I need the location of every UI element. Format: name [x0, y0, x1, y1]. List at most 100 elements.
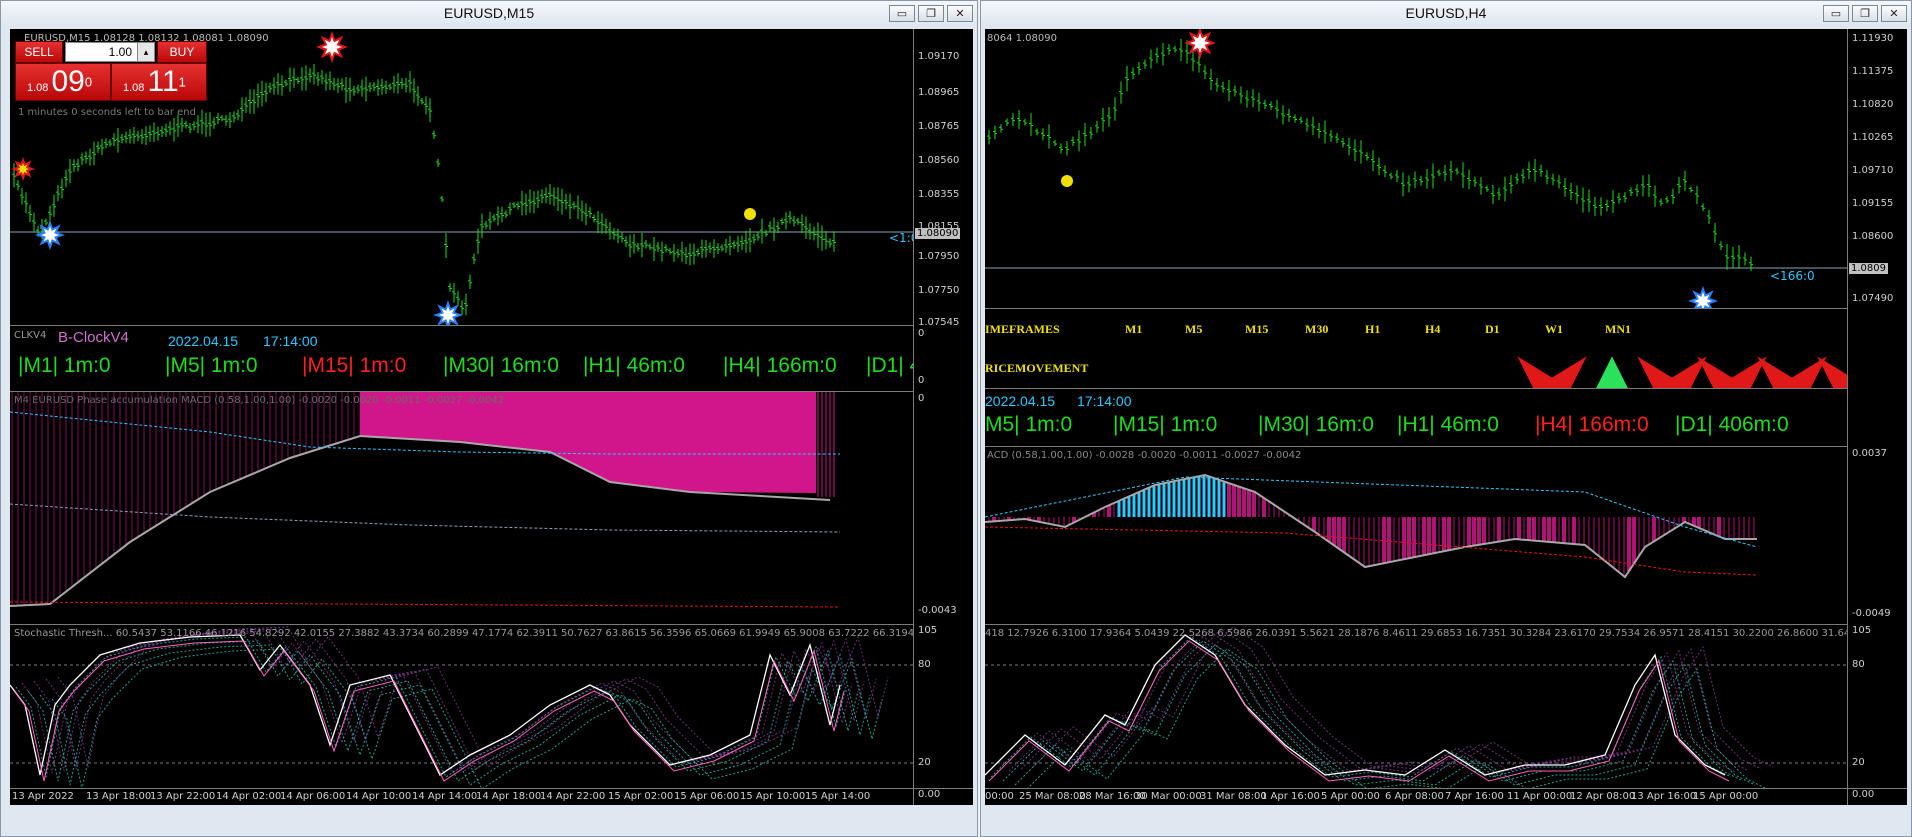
time-axis[interactable]: 13 Apr 2022 13 Apr 18:00 13 Apr 22:00 14 Ap… — [10, 788, 973, 805]
timeframe-label: M30 — [1305, 322, 1329, 336]
timeframe-label: M5 — [1185, 322, 1203, 336]
price-tick: 1.10820 — [1852, 99, 1894, 110]
chart-area[interactable]: EURUSD,M15 1.08128 1.08132 1.08081 1.080… — [10, 29, 973, 805]
low-star — [433, 300, 463, 325]
timeframe-label: H4 — [1425, 322, 1441, 336]
time-tick: 00:00 — [985, 791, 1014, 802]
stochastic-pane[interactable]: 418 12.7926 6.3100 17.9364 5.0439 22.526… — [985, 624, 1847, 805]
price-tick: 1.08600 — [1852, 231, 1894, 242]
price-tick: 1.07950 — [918, 251, 960, 262]
sell-price-big: 09 — [51, 65, 85, 98]
stoch-signal — [988, 640, 1730, 782]
macd-line — [985, 473, 1757, 579]
signals-scale — [1847, 308, 1907, 388]
macd-pane[interactable]: M4 EURUSD Phase accumulation MACD (0.58,… — [10, 391, 913, 625]
time-tick: 31 Mar 08:00 — [1200, 791, 1267, 802]
time-tick: 13 Apr 2022 — [12, 791, 74, 802]
window-title: EURUSD,H4 — [1405, 5, 1487, 21]
low-star — [35, 220, 65, 250]
time-tick: 7 Apr 16:00 — [1445, 791, 1504, 802]
clock-scale: 0 0 — [913, 325, 973, 391]
timeframes-label: IMEFRAMES — [985, 322, 1060, 336]
time-tick: 14 Apr 14:00 — [412, 791, 478, 802]
time-tick: 13 Apr 22:00 — [150, 791, 216, 802]
low-star — [1688, 286, 1718, 308]
stochastic-plot — [985, 626, 1847, 790]
price-candles — [985, 29, 1847, 308]
time-tick: 15 Apr 00:00 — [1693, 791, 1759, 802]
clock-date: 2022.04.15 — [168, 333, 239, 349]
timeframe-label: MN1 — [1605, 322, 1631, 336]
scale-tick: 105 — [1852, 625, 1872, 636]
scale-tick: 0 — [918, 375, 925, 386]
price-tick: 1.11930 — [1852, 33, 1894, 44]
lot-increase-button[interactable]: ▴ — [137, 42, 155, 62]
stochastic-pane[interactable]: Stochastic Thresh... 60.5437 53.1166 46.… — [10, 624, 913, 805]
time-tick: 25 Mar 08:00 — [1019, 791, 1086, 802]
chart-window-h4[interactable]: EURUSD,H4 ▭ ❐ ✕ 8064 1.08090 <166:0 1.11… — [980, 0, 1912, 837]
price-scale[interactable]: 1.11930 1.11375 1.10820 1.10265 1.09710 … — [1847, 29, 1907, 308]
bar-countdown: <1:0 — [889, 231, 913, 245]
clock-indicator-pane[interactable]: 2022.04.15 17:14:00 M5| 1m:0 |M15| 1m:0 |M… — [985, 388, 1847, 447]
time-tick: 13 Apr 18:00 — [86, 791, 152, 802]
time-tick: 15 Apr 06:00 — [674, 791, 740, 802]
macd-label: ACD (0.58,1.00,1.00) -0.0028 -0.0020 -0.… — [987, 450, 1302, 461]
time-tick: 5 Apr 00:00 — [1321, 791, 1380, 802]
buy-price-big: 11 — [147, 65, 179, 98]
high-star — [316, 31, 348, 63]
stoch-ribbon — [1002, 640, 1744, 782]
time-tick: 11 Apr 00:00 — [1507, 791, 1573, 802]
window-titlebar[interactable]: EURUSD,M15 ▭ ❐ ✕ — [1, 1, 977, 27]
minimize-button[interactable]: ▭ — [889, 5, 915, 22]
scale-tick: -0.0049 — [1852, 608, 1891, 619]
buy-price: 1.08 111 — [123, 65, 186, 99]
time-tick: 14 Apr 06:00 — [280, 791, 346, 802]
chart-window-m15[interactable]: EURUSD,M15 ▭ ❐ ✕ EURUSD,M15 1.08128 1.08… — [0, 0, 978, 837]
time-axis[interactable]: 00:00 25 Mar 08:00 28 Mar 16:00 30 Mar 00:0… — [985, 788, 1907, 805]
timeframe-countdown: |H1| 46m:0 — [583, 354, 685, 377]
stoch-ribbon — [1032, 626, 1774, 768]
current-price-tag: 1.08090 — [915, 228, 961, 239]
timeframe-countdown: |M1| 1m:0 — [18, 354, 111, 377]
close-button[interactable]: ✕ — [947, 5, 973, 22]
price-tick: 1.08560 — [918, 155, 960, 166]
timeframe-countdown: M5| 1m:0 — [985, 413, 1073, 436]
clock-name: B-ClockV4 — [58, 329, 129, 346]
timeframe-label: M1 — [1125, 322, 1143, 336]
one-click-trading-panel[interactable]: SELL ▾ 1.00 ▴ BUY 1.08 090 1.08 111 — [15, 41, 207, 103]
timeframe-countdown: |H4| 166m:0 — [1535, 413, 1649, 436]
trend-signals-pane[interactable]: IMEFRAMES RICEMOVEMENT M1 M5 M15 M30 H1 H4 D1 W… — [985, 308, 1847, 389]
stochastic-label: 418 12.7926 6.3100 17.9364 5.0439 22.526… — [985, 628, 1847, 639]
sell-price-prefix: 1.08 — [27, 82, 49, 94]
clock-short-name: CLKV4 — [14, 330, 47, 341]
buy-button[interactable]: BUY — [157, 41, 207, 63]
restore-button[interactable]: ❐ — [1852, 5, 1878, 22]
price-tick: 1.11375 — [1852, 66, 1894, 77]
macd-pane[interactable]: ACD (0.58,1.00,1.00) -0.0028 -0.0020 -0.… — [985, 446, 1847, 625]
chart-area[interactable]: 8064 1.08090 <166:0 1.11930 1.11375 1.10… — [985, 29, 1907, 805]
close-button[interactable]: ✕ — [1881, 5, 1907, 22]
macd-plot — [10, 392, 841, 608]
buy-price-sup: 1 — [178, 74, 186, 90]
price-tick: 1.10265 — [1852, 132, 1894, 143]
stoch-ribbon — [21, 632, 853, 774]
timeframe-label: D1 — [1485, 322, 1500, 336]
timeframe-countdown: |H1| 46m:0 — [1397, 413, 1499, 436]
price-pane[interactable]: 8064 1.08090 <166:0 — [985, 29, 1847, 308]
signal-line — [10, 503, 841, 533]
clock-date: 2022.04.15 — [985, 393, 1056, 409]
minimize-button[interactable]: ▭ — [1823, 5, 1849, 22]
clock-indicator-pane[interactable]: CLKV4 B-ClockV4 2022.04.15 17:14:00 |M1|… — [10, 325, 913, 392]
price-pane[interactable]: EURUSD,M15 1.08128 1.08132 1.08081 1.080… — [10, 29, 913, 325]
price-tick: 1.07750 — [918, 285, 960, 296]
price-tick: 1.09155 — [1852, 198, 1894, 209]
sell-price: 1.08 090 — [27, 65, 92, 99]
price-scale[interactable]: 1.09170 1.08965 1.08765 1.08560 1.08355 … — [913, 29, 973, 325]
timeframe-countdown: |M30| 16m:0 — [1258, 413, 1374, 436]
sell-button[interactable]: SELL — [15, 41, 63, 63]
window-titlebar[interactable]: EURUSD,H4 ▭ ❐ ✕ — [981, 1, 1911, 27]
restore-button[interactable]: ❐ — [918, 5, 944, 22]
window-title: EURUSD,M15 — [443, 5, 535, 21]
scale-tick: 80 — [1852, 659, 1865, 670]
price-tick: 1.09170 — [918, 51, 960, 62]
